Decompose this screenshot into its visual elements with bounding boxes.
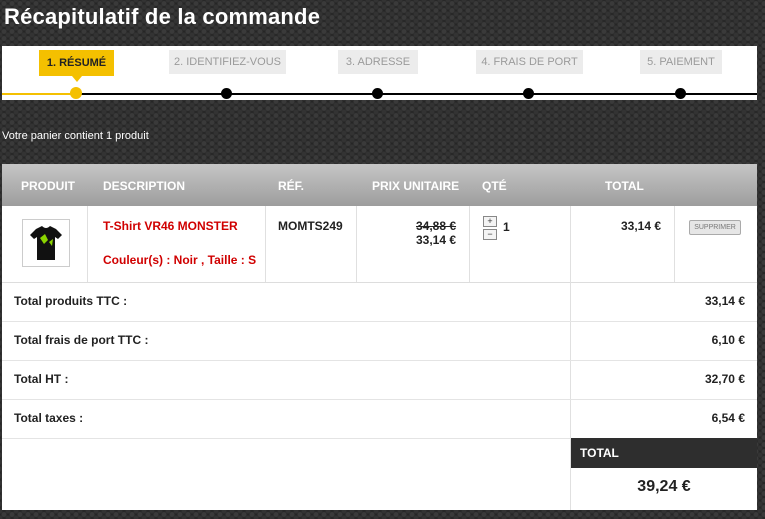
step-dot-summary	[70, 87, 82, 99]
summary-label: Total produits TTC :	[14, 294, 128, 308]
page-title: Récapitulatif de la commande	[4, 4, 321, 29]
summary-value: 6,10 €	[711, 333, 745, 347]
summary-value: 32,70 €	[704, 372, 745, 386]
product-thumbnail[interactable]	[22, 219, 70, 267]
product-total: 33,14 €	[621, 219, 662, 233]
step-payment[interactable]: 5. PAIEMENT	[640, 50, 722, 74]
steps-progress-done	[2, 93, 76, 95]
col-header-qty: QTÉ	[482, 179, 507, 193]
product-qty: 1	[503, 220, 510, 234]
summary-label: Total taxes :	[14, 411, 84, 425]
col-header-product: PRODUIT	[21, 179, 75, 193]
step-address[interactable]: 3. ADRESSE	[338, 50, 418, 74]
col-header-unit-price: PRIX UNITAIRE	[372, 179, 460, 193]
cart-table: PRODUIT DESCRIPTION RÉF. PRIX UNITAIRE Q…	[2, 164, 757, 510]
delete-item-button[interactable]: SUPPRIMER	[689, 220, 741, 235]
cart-item-row: T-Shirt VR46 MONSTER Couleur(s) : Noir ,…	[2, 206, 757, 283]
summary-row-ht: Total HT : 32,70 €	[2, 360, 757, 400]
product-attributes: Couleur(s) : Noir , Taille : S	[103, 253, 257, 267]
step-shipping[interactable]: 4. FRAIS DE PORT	[476, 50, 583, 74]
product-ref: MOMTS249	[278, 219, 343, 233]
summary-value: 6,54 €	[711, 411, 745, 425]
grand-total-value: 39,24 €	[637, 478, 691, 495]
product-price: 33,14 €	[416, 233, 457, 247]
product-old-price: 34,88 €	[416, 219, 457, 233]
summary-row-taxes: Total taxes : 6,54 €	[2, 399, 757, 439]
step-summary[interactable]: 1. RÉSUMÉ	[39, 50, 114, 82]
product-name-link[interactable]: T-Shirt VR46 MONSTER	[103, 219, 238, 233]
step-dot-shipping	[523, 88, 534, 99]
qty-increase-button[interactable]: +	[483, 216, 497, 227]
cart-info-text: Votre panier contient 1 produit	[2, 130, 149, 142]
step-dot-address	[372, 88, 383, 99]
summary-row-products: Total produits TTC : 33,14 €	[2, 282, 757, 322]
col-header-total: TOTAL	[605, 179, 644, 193]
step-identify[interactable]: 2. IDENTIFIEZ-VOUS	[169, 50, 286, 74]
step-dot-payment	[675, 88, 686, 99]
summary-value: 33,14 €	[704, 294, 745, 308]
qty-decrease-button[interactable]: −	[483, 229, 497, 240]
col-header-description: DESCRIPTION	[103, 179, 186, 193]
grand-total-label: TOTAL	[571, 438, 757, 468]
tshirt-icon	[30, 226, 62, 260]
summary-label: Total frais de port TTC :	[14, 333, 149, 347]
cart-table-header: PRODUIT DESCRIPTION RÉF. PRIX UNITAIRE Q…	[2, 164, 757, 206]
checkout-steps: 1. RÉSUMÉ 2. IDENTIFIEZ-VOUS 3. ADRESSE …	[2, 46, 757, 100]
col-header-ref: RÉF.	[278, 179, 305, 193]
summary-label: Total HT :	[14, 372, 69, 386]
summary-row-shipping: Total frais de port TTC : 6,10 €	[2, 321, 757, 361]
step-dot-identify	[221, 88, 232, 99]
